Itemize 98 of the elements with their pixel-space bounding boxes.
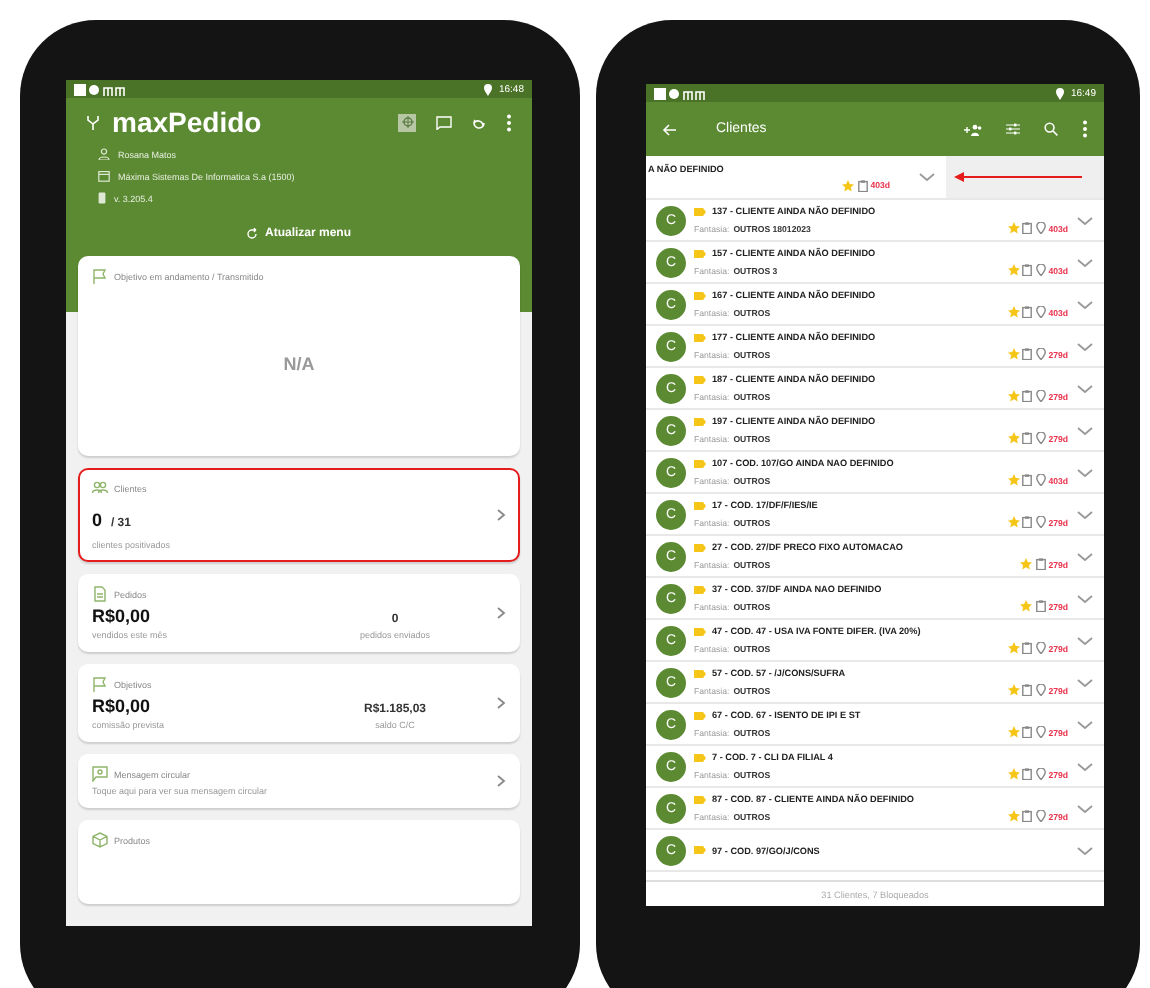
users-icon	[92, 480, 108, 496]
message-icon	[92, 766, 108, 782]
sales-value: R$0,00	[92, 606, 153, 626]
search-icon[interactable]	[1044, 122, 1058, 136]
chevron-down-icon[interactable]	[1076, 299, 1094, 309]
star-icon	[842, 179, 855, 191]
star-icon	[1007, 642, 1020, 654]
star-icon	[1007, 348, 1020, 360]
tag-icon	[694, 417, 706, 425]
objective-value: N/A	[283, 354, 315, 374]
chevron-down-icon[interactable]	[918, 172, 936, 182]
chevron-right-icon	[496, 606, 506, 620]
clipboard-icon	[1035, 558, 1046, 570]
chevron-down-icon[interactable]	[1076, 719, 1094, 729]
star-icon	[1007, 390, 1020, 402]
tag-icon	[694, 459, 706, 467]
chevron-down-icon[interactable]	[1076, 215, 1094, 225]
clipboard-icon	[1022, 642, 1033, 654]
branch-icon	[86, 115, 100, 129]
chevron-right-icon	[496, 774, 506, 788]
gps-button[interactable]	[398, 113, 416, 131]
tag-icon	[694, 795, 706, 803]
tag-icon	[694, 711, 706, 719]
star-icon	[1020, 558, 1033, 570]
app-title: maxPedido	[112, 106, 264, 138]
more-options-icon[interactable]	[1082, 120, 1088, 138]
chevron-down-icon[interactable]	[1076, 257, 1094, 267]
commission-value: R$0,00	[92, 696, 153, 716]
clipboard-icon	[1022, 516, 1033, 528]
tag-icon	[694, 753, 706, 761]
star-icon	[1007, 306, 1020, 318]
tag-icon	[694, 291, 706, 299]
location-icon	[1056, 87, 1065, 99]
chevron-down-icon[interactable]	[1076, 509, 1094, 519]
clipboard-icon	[1022, 432, 1033, 444]
chevron-down-icon[interactable]	[1076, 551, 1094, 561]
star-icon	[1007, 264, 1020, 276]
clipboard-icon	[1022, 348, 1033, 360]
clipboard-icon	[1022, 264, 1033, 276]
star-icon	[1007, 810, 1020, 822]
star-icon	[1007, 432, 1020, 444]
star-icon	[1007, 222, 1020, 234]
clipboard-icon	[1022, 768, 1033, 780]
star-icon	[1020, 600, 1033, 612]
tag-icon	[694, 627, 706, 635]
star-icon	[1007, 516, 1020, 528]
tag-icon	[694, 543, 706, 551]
document-icon	[92, 586, 108, 602]
chevron-down-icon[interactable]	[1076, 467, 1094, 477]
tag-icon	[694, 249, 706, 257]
chevron-down-icon[interactable]	[1076, 425, 1094, 435]
flag-icon	[92, 268, 108, 284]
more-options-icon[interactable]	[506, 113, 512, 131]
star-icon	[1007, 474, 1020, 486]
notification-icons	[654, 87, 710, 99]
tag-icon	[694, 333, 706, 341]
clipboard-icon	[1022, 684, 1033, 696]
box-icon	[92, 832, 108, 848]
tag-icon	[694, 207, 706, 215]
clipboard-icon	[1022, 726, 1033, 738]
back-arrow-icon[interactable]	[662, 123, 676, 135]
clipboard-icon	[1035, 600, 1046, 612]
refresh-icon	[246, 228, 259, 240]
chevron-right-icon	[496, 508, 506, 522]
chevron-down-icon[interactable]	[1076, 761, 1094, 771]
chevron-right-icon	[496, 696, 506, 710]
message-icon[interactable]	[436, 115, 452, 129]
clients-count: 0	[92, 510, 103, 530]
filter-icon[interactable]	[1006, 122, 1020, 136]
building-icon	[98, 170, 110, 182]
star-icon	[1007, 684, 1020, 696]
chevron-down-icon[interactable]	[1076, 635, 1094, 645]
tag-icon	[694, 846, 706, 854]
clipboard-icon	[1022, 222, 1033, 234]
add-user-icon[interactable]	[964, 123, 982, 135]
tag-icon	[694, 375, 706, 383]
user-icon	[98, 148, 110, 160]
phone-icon	[98, 192, 106, 204]
clipboard-icon	[857, 179, 868, 191]
chevron-down-icon[interactable]	[1076, 593, 1094, 603]
clipboard-icon	[1022, 474, 1033, 486]
tag-icon	[694, 585, 706, 593]
star-icon	[1007, 768, 1020, 780]
chevron-down-icon[interactable]	[1076, 341, 1094, 351]
clipboard-icon	[1022, 390, 1033, 402]
crosshair-icon	[401, 116, 413, 128]
chevron-down-icon[interactable]	[1076, 803, 1094, 813]
clipboard-icon	[1022, 810, 1033, 822]
chevron-down-icon[interactable]	[1076, 845, 1094, 855]
chevron-down-icon[interactable]	[1076, 383, 1094, 393]
notification-icons	[74, 83, 130, 95]
flag-icon	[92, 676, 108, 692]
tag-icon	[694, 669, 706, 677]
clipboard-icon	[1022, 306, 1033, 318]
location-icon	[484, 83, 493, 95]
star-icon	[1007, 726, 1020, 738]
tag-icon	[694, 501, 706, 509]
chevron-down-icon[interactable]	[1076, 677, 1094, 687]
